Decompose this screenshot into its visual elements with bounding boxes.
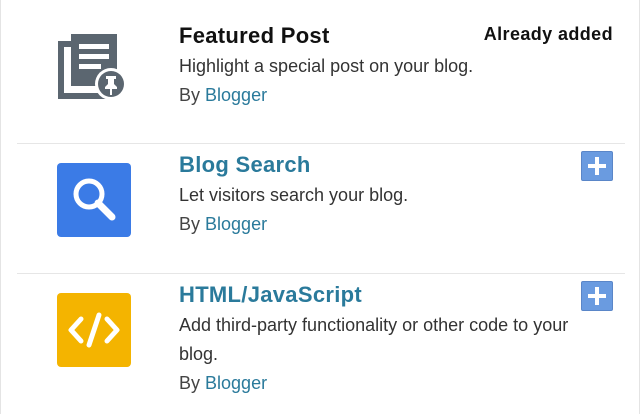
gadget-list: Featured Post Highlight a special post o… — [0, 0, 640, 414]
status-badge: Already added — [483, 24, 613, 44]
gadget-title-link[interactable]: Blog Search — [179, 151, 585, 179]
gadget-title-link[interactable]: HTML/JavaScript — [179, 281, 585, 309]
author-prefix: By — [179, 85, 201, 105]
plus-icon — [588, 287, 606, 305]
gadget-description: Add third-party functionality or other c… — [179, 315, 569, 364]
gadget-author: By Blogger — [179, 81, 585, 110]
author-prefix: By — [179, 214, 201, 234]
gadget-blog-search: Blog Search Let visitors search your blo… — [17, 143, 625, 273]
gadget-featured-post: Featured Post Highlight a special post o… — [17, 0, 625, 143]
add-html-javascript-button[interactable] — [581, 281, 613, 311]
author-link[interactable]: Blogger — [205, 85, 267, 105]
author-prefix: By — [179, 373, 201, 393]
search-icon — [57, 163, 131, 237]
gadget-text: HTML/JavaScript Add third-party function… — [179, 281, 585, 398]
plus-icon — [588, 157, 606, 175]
featured-post-icon — [57, 30, 131, 104]
gadget-description: Highlight a special post on your blog. — [179, 56, 474, 76]
author-link[interactable]: Blogger — [205, 214, 267, 234]
gadget-author: By Blogger — [179, 210, 585, 239]
add-blog-search-button[interactable] — [581, 151, 613, 181]
gadget-author: By Blogger — [179, 369, 585, 398]
author-link[interactable]: Blogger — [205, 373, 267, 393]
gadget-html-javascript: HTML/JavaScript Add third-party function… — [17, 273, 625, 414]
gadget-description: Let visitors search your blog. — [179, 185, 409, 205]
gadget-text: Blog Search Let visitors search your blo… — [179, 151, 585, 239]
code-icon — [57, 293, 131, 367]
